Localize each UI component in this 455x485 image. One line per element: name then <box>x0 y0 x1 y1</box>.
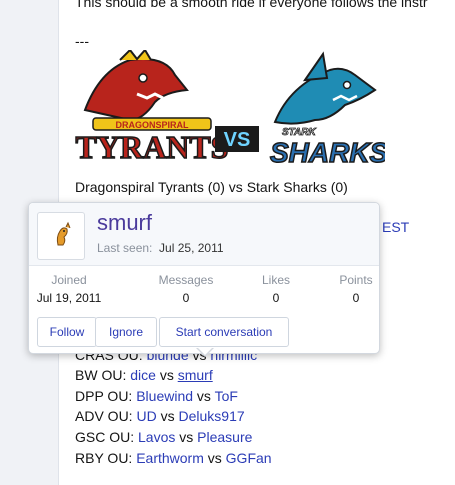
stat-messages: Messages 0 <box>158 273 214 305</box>
player-link[interactable]: ToF <box>215 388 238 404</box>
intro-text: This should be a smooth ride if everyone… <box>75 0 428 10</box>
avatar[interactable] <box>37 212 85 260</box>
last-seen: Last seen: Jul 25, 2011 <box>97 241 224 255</box>
last-seen-date: Jul 25, 2011 <box>159 241 224 255</box>
member-username[interactable]: smurf <box>97 210 152 236</box>
player-link[interactable]: GGFan <box>226 450 272 466</box>
matchup-banner: DRAGONSPIRAL TYRANTS VS STARK SHARKS <box>75 50 385 169</box>
pairing-row-bw: BW OU: dice vs smurf <box>75 367 213 383</box>
pairing-row-adv: ADV OU: UD vs Deluks917 <box>75 408 245 424</box>
matchup-text: Dragonspiral Tyrants (0) vs Stark Sharks… <box>75 179 348 195</box>
dragon-logo-icon <box>83 50 189 122</box>
player-link[interactable]: dice <box>130 367 156 383</box>
pairing-row-dpp: DPP OU: Bluewind vs ToF <box>75 388 238 404</box>
sharks-title: SHARKS <box>270 137 385 168</box>
player-link[interactable]: UD <box>136 408 156 424</box>
avatar-icon <box>56 221 71 246</box>
player-link[interactable]: Deluks917 <box>178 408 244 424</box>
shark-logo-icon <box>273 51 377 125</box>
tyrants-title: TYRANTS <box>76 129 229 165</box>
separator-text: --- <box>75 33 89 49</box>
stat-joined: Joined Jul 19, 2011 <box>36 273 102 305</box>
follow-button[interactable]: Follow <box>37 317 97 347</box>
popup-pointer <box>196 347 214 357</box>
est-link[interactable]: EST <box>382 219 409 236</box>
player-link[interactable]: Lavos <box>138 429 175 445</box>
member-card-popup: smurf Last seen: Jul 25, 2011 Joined Jul… <box>28 202 380 354</box>
player-link-smurf[interactable]: smurf <box>178 367 213 383</box>
stat-points: Points 0 <box>339 273 373 305</box>
pairing-row-gsc: GSC OU: Lavos vs Pleasure <box>75 429 253 445</box>
pairing-row-rby: RBY OU: Earthworm vs GGFan <box>75 450 272 466</box>
ignore-button[interactable]: Ignore <box>95 317 157 347</box>
player-link[interactable]: Earthworm <box>136 450 204 466</box>
player-link[interactable]: Pleasure <box>197 429 252 445</box>
player-link[interactable]: Bluewind <box>136 388 193 404</box>
member-card-header: smurf Last seen: Jul 25, 2011 <box>29 203 379 266</box>
stat-likes: Likes 0 <box>261 273 290 305</box>
start-conversation-button[interactable]: Start conversation <box>159 317 289 347</box>
vs-logo: VS <box>224 129 251 151</box>
